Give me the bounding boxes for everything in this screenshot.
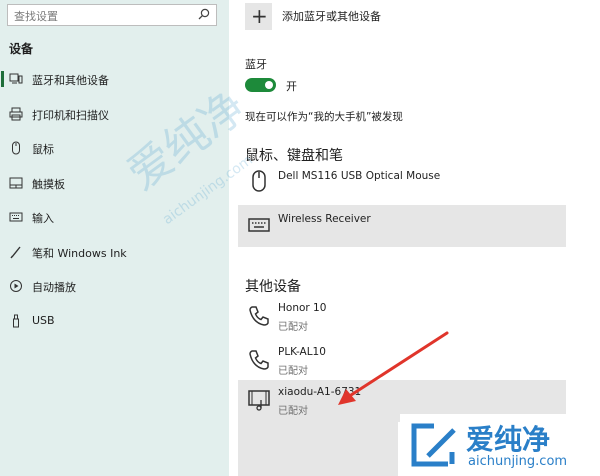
logo-chinese-text: 爱纯净	[466, 423, 551, 456]
sidebar-item-label: 笔和 Windows Ink	[32, 247, 127, 260]
device-name: Honor 10	[278, 302, 327, 314]
search-placeholder: 查找设置	[14, 10, 58, 23]
device-item-mouse[interactable]: Dell MS116 USB Optical Mouse	[238, 161, 566, 203]
bluetooth-label: 蓝牙	[245, 58, 267, 71]
sidebar-item-printers[interactable]: 打印机和扫描仪	[0, 101, 229, 127]
printer-icon	[9, 107, 23, 121]
bluetooth-devices-icon	[9, 73, 23, 84]
media-device-icon	[248, 390, 270, 411]
sidebar-section-title: 设备	[9, 42, 34, 56]
device-item-plk-al10[interactable]: PLK-AL10 已配对	[238, 340, 566, 382]
selected-indicator	[1, 71, 4, 87]
sidebar-item-pen[interactable]: 笔和 Windows Ink	[0, 239, 229, 265]
keyboard-icon	[9, 212, 23, 222]
site-logo: 爱纯净 aichunjing.com	[400, 414, 600, 476]
device-status: 已配对	[278, 322, 308, 333]
device-name: PLK-AL10	[278, 346, 326, 358]
sidebar-item-label: 输入	[32, 212, 54, 225]
add-device-button[interactable]: +	[245, 3, 272, 30]
touchpad-icon	[9, 177, 23, 189]
logo-url-text: aichunjing.com	[468, 454, 568, 469]
sidebar-item-label: 鼠标	[32, 143, 54, 156]
autoplay-icon	[10, 280, 22, 292]
sidebar-item-label: 自动播放	[32, 281, 76, 294]
device-name: Wireless Receiver	[278, 213, 371, 225]
phone-icon	[249, 306, 269, 326]
settings-sidebar: 查找设置 设备 蓝牙和其他设备 打印机和扫描仪 鼠标 触摸板 输入 笔和 Win…	[0, 0, 229, 476]
usb-icon	[13, 314, 19, 328]
sidebar-item-label: 打印机和扫描仪	[32, 109, 109, 122]
sidebar-item-label: 触摸板	[32, 178, 65, 191]
sidebar-item-label: USB	[32, 314, 55, 327]
sidebar-item-autoplay[interactable]: 自动播放	[0, 273, 229, 299]
sidebar-item-mouse[interactable]: 鼠标	[0, 135, 229, 161]
discoverable-text: 现在可以作为“我的大手机”被发现	[245, 111, 403, 123]
sidebar-item-touchpad[interactable]: 触摸板	[0, 170, 229, 196]
bluetooth-devices-page: + 添加蓝牙或其他设备 蓝牙 开 现在可以作为“我的大手机”被发现 鼠标、键盘和…	[229, 0, 600, 476]
search-icon[interactable]	[198, 8, 210, 20]
search-settings-input[interactable]: 查找设置	[7, 4, 217, 26]
device-item-honor10[interactable]: Honor 10 已配对	[238, 296, 566, 338]
sidebar-item-typing[interactable]: 输入	[0, 204, 229, 230]
mouse-icon	[252, 170, 266, 192]
device-status: 已配对	[278, 406, 308, 417]
device-status: 已配对	[278, 366, 308, 377]
sidebar-item-label: 蓝牙和其他设备	[32, 74, 109, 87]
device-name: xiaodu-A1-6731	[278, 386, 362, 398]
bluetooth-state-label: 开	[286, 80, 297, 93]
bluetooth-toggle[interactable]	[245, 78, 276, 92]
keyboard-icon	[248, 218, 270, 232]
toggle-knob	[265, 81, 273, 89]
device-item-background	[238, 419, 398, 476]
phone-icon	[249, 350, 269, 370]
sidebar-item-usb[interactable]: USB	[0, 308, 229, 334]
mouse-icon	[12, 141, 20, 155]
add-device-label[interactable]: 添加蓝牙或其他设备	[282, 8, 381, 24]
device-item-wireless-receiver[interactable]: Wireless Receiver	[238, 205, 566, 247]
logo-mark-icon	[411, 423, 456, 467]
sidebar-item-bluetooth[interactable]: 蓝牙和其他设备	[0, 66, 229, 92]
pen-icon	[10, 246, 21, 259]
device-name: Dell MS116 USB Optical Mouse	[278, 170, 441, 182]
other-devices-title: 其他设备	[245, 279, 301, 295]
plus-icon: +	[251, 4, 268, 28]
